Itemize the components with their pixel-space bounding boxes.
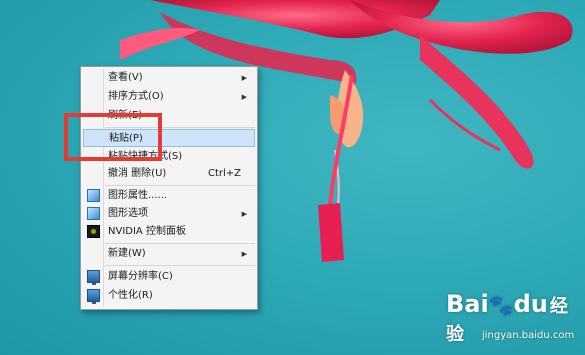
graphics-options-icon — [87, 207, 100, 220]
submenu-arrow-icon: ▶ — [241, 93, 247, 101]
menu-item-label: 个性化(R) — [108, 290, 153, 301]
watermark-logo-bai: Bai — [446, 290, 489, 318]
menu-separator — [105, 185, 255, 186]
menu-separator — [105, 265, 255, 266]
menu-item-sort-by[interactable]: 排序方式(O) ▶ — [83, 88, 255, 106]
menu-item-graphics-properties[interactable]: 图形属性...... — [83, 187, 255, 205]
menu-item-label: 撤消 删除(U) — [108, 168, 167, 179]
menu-item-new[interactable]: 新建(W) ▶ — [83, 245, 255, 263]
submenu-arrow-icon: ▶ — [241, 250, 247, 258]
menu-separator — [105, 243, 255, 244]
menu-item-graphics-options[interactable]: 图形选项 ▶ — [83, 205, 255, 223]
menu-item-undo-delete[interactable]: 撤消 删除(U) Ctrl+Z — [83, 165, 255, 183]
menu-item-label: NVIDIA 控制面板 — [108, 226, 186, 237]
submenu-arrow-icon: ▶ — [241, 210, 247, 218]
menu-item-label: 图形选项 — [108, 208, 148, 219]
menu-item-label: 排序方式(O) — [108, 91, 164, 102]
menu-item-screen-resolution[interactable]: 屏幕分辨率(C) — [83, 268, 255, 286]
menu-item-view[interactable]: 查看(V) ▶ — [83, 69, 255, 87]
menu-item-personalize[interactable]: 个性化(R) — [83, 287, 255, 305]
menu-item-label: 图形属性...... — [108, 190, 168, 201]
graphics-properties-icon — [87, 189, 100, 202]
watermark-url: jingyan.baidu.com — [482, 330, 575, 341]
annotation-red-box — [64, 113, 162, 161]
desktop-context-menu: 查看(V) ▶ 排序方式(O) ▶ 刷新(E) 粘贴(P) 粘贴快捷方式(S) … — [80, 66, 258, 310]
personalize-icon — [87, 289, 100, 304]
nvidia-icon — [87, 225, 100, 238]
submenu-arrow-icon: ▶ — [241, 74, 247, 82]
menu-item-label: 查看(V) — [108, 72, 143, 83]
watermark-logo-du: du — [513, 290, 548, 318]
menu-item-label: 屏幕分辨率(C) — [108, 271, 173, 282]
menu-item-nvidia-control-panel[interactable]: NVIDIA 控制面板 — [83, 223, 255, 241]
screen-resolution-icon — [87, 270, 100, 285]
desktop-background[interactable]: 查看(V) ▶ 排序方式(O) ▶ 刷新(E) 粘贴(P) 粘贴快捷方式(S) … — [0, 0, 585, 355]
menu-item-label: 新建(W) — [108, 248, 146, 259]
shortcut-label: Ctrl+Z — [207, 168, 241, 179]
paw-icon: 🐾 — [488, 293, 514, 317]
